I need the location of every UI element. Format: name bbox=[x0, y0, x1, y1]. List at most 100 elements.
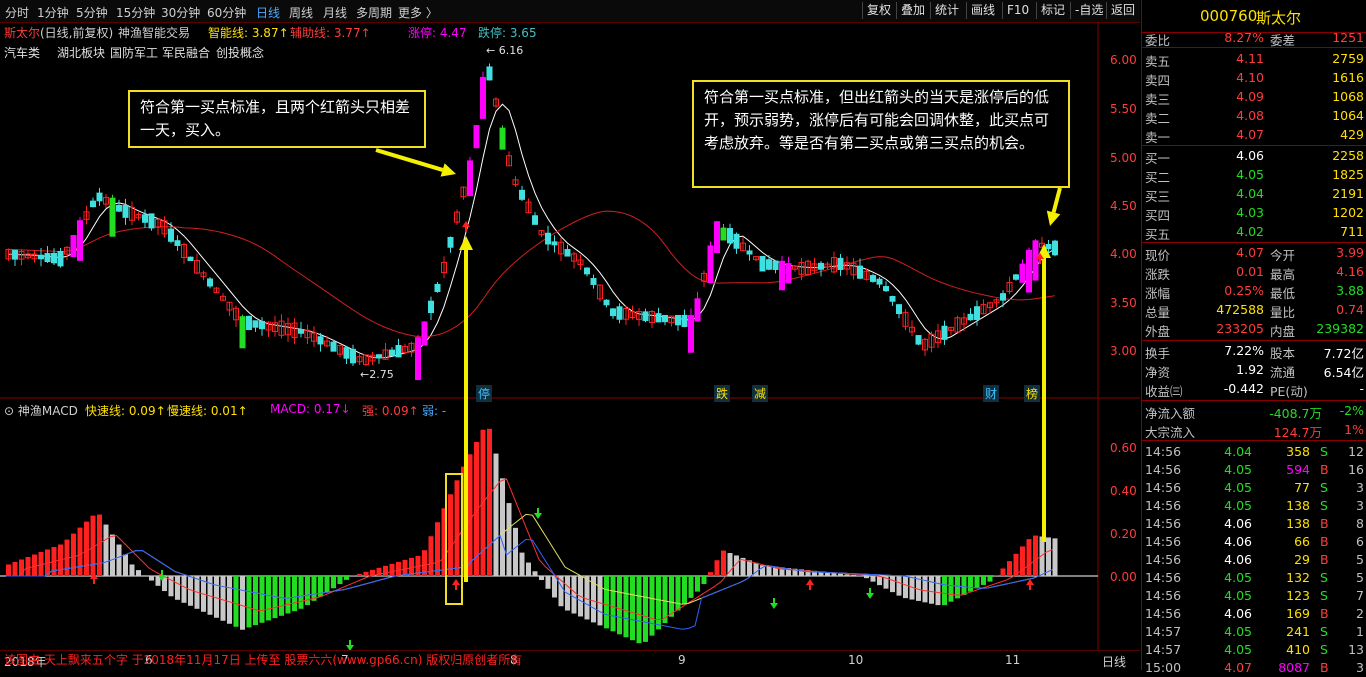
event-tag-suspend[interactable]: 停 bbox=[476, 385, 492, 402]
candle-body bbox=[58, 251, 63, 265]
ask-row: 卖四4.101616 bbox=[1142, 69, 1366, 87]
candle-body bbox=[188, 257, 193, 260]
fund-label: 换手 bbox=[1145, 343, 1170, 362]
macd-bar bbox=[26, 557, 31, 576]
ask-row: 卖一4.07429 bbox=[1142, 126, 1366, 144]
stat-label: 外盘 bbox=[1145, 321, 1170, 340]
period-tab-5min[interactable]: 5分钟 bbox=[76, 4, 108, 21]
bid-row: 买四4.031202 bbox=[1142, 204, 1366, 222]
fundamental-row: 收益㈢-0.442PE(动)- bbox=[1142, 380, 1366, 398]
date-axis-month: 9 bbox=[678, 653, 686, 667]
candle-body bbox=[422, 322, 427, 345]
candle-body bbox=[110, 198, 115, 236]
tick-volume: 29 bbox=[1260, 552, 1310, 567]
stat-label: 量比 bbox=[1270, 302, 1295, 321]
candle-body bbox=[838, 258, 843, 269]
macd-bar bbox=[903, 576, 908, 598]
event-tag-rank[interactable]: 榜 bbox=[1024, 385, 1040, 402]
macd-bar bbox=[624, 576, 629, 637]
concept-tag-defense[interactable]: 国防军工 bbox=[110, 44, 158, 61]
period-tab-1min[interactable]: 1分钟 bbox=[37, 4, 69, 21]
tick-row: 14:564.06138B8 bbox=[1142, 515, 1366, 533]
concept-tag-auto[interactable]: 汽车类 bbox=[4, 44, 40, 61]
bid-volume: 2258 bbox=[1302, 148, 1364, 163]
macd-indicator-name: ⊙ 神渔MACD bbox=[4, 402, 78, 419]
tick-price: 4.06 bbox=[1202, 516, 1252, 531]
ask-volume: 2759 bbox=[1302, 51, 1364, 66]
macd-bar bbox=[455, 480, 460, 576]
stat-label: 最低 bbox=[1270, 283, 1295, 302]
concept-tag-vc[interactable]: 创投概念 bbox=[216, 44, 264, 61]
period-tab-timeshare[interactable]: 分时 bbox=[5, 4, 29, 21]
stat-label: 现价 bbox=[1145, 245, 1170, 264]
stat-value: 233205 bbox=[1204, 321, 1264, 336]
mark-button[interactable]: 标记 bbox=[1036, 2, 1069, 19]
macd-bar bbox=[617, 576, 622, 634]
tick-price: 4.05 bbox=[1202, 480, 1252, 495]
candle-body bbox=[565, 250, 570, 257]
event-tag-reduce[interactable]: 减 bbox=[752, 385, 768, 402]
candle-body bbox=[975, 307, 980, 320]
macd-bar bbox=[312, 576, 317, 601]
fund-value: - bbox=[1302, 381, 1364, 396]
adjust-button[interactable]: 复权 bbox=[862, 2, 895, 19]
concept-tag-hubei[interactable]: 湖北板块 bbox=[57, 44, 105, 61]
macd-bar bbox=[266, 576, 271, 620]
macd-bar bbox=[838, 574, 843, 576]
watchlist-button[interactable]: -自选 bbox=[1070, 2, 1107, 19]
macd-bar bbox=[13, 562, 18, 576]
tick-count: 2 bbox=[1338, 606, 1364, 621]
ask-price: 4.07 bbox=[1204, 127, 1264, 142]
macd-bar bbox=[292, 576, 297, 611]
fund-value: 7.72亿 bbox=[1302, 343, 1364, 362]
f10-button[interactable]: F10 bbox=[1002, 2, 1033, 19]
macd-tick: 0.40 bbox=[1110, 484, 1137, 498]
tick-direction: S bbox=[1320, 588, 1328, 603]
candle-body bbox=[767, 260, 772, 269]
statistics-button[interactable]: 统计 bbox=[930, 2, 963, 19]
macd-bar bbox=[988, 576, 993, 582]
macd-bar bbox=[364, 572, 369, 576]
macd-bar bbox=[747, 560, 752, 576]
event-tag-finance[interactable]: 财 bbox=[983, 385, 999, 402]
candle-body bbox=[260, 321, 265, 328]
price-tick: 4.00 bbox=[1110, 247, 1137, 261]
macd-bar bbox=[396, 562, 401, 576]
tick-volume: 66 bbox=[1260, 534, 1310, 549]
bid-level-label: 买五 bbox=[1145, 224, 1170, 243]
candle-body bbox=[91, 201, 96, 207]
ask-volume: 1064 bbox=[1302, 108, 1364, 123]
period-tab-monthly[interactable]: 月线 bbox=[323, 4, 347, 21]
stat-value: 4.07 bbox=[1204, 245, 1264, 260]
candle-body bbox=[13, 250, 18, 259]
macd-fast-line bbox=[6, 479, 1053, 620]
period-tab-30min[interactable]: 30分钟 bbox=[161, 4, 200, 21]
macd-bar bbox=[429, 536, 434, 576]
draw-line-button[interactable]: 画线 bbox=[966, 2, 999, 19]
period-tab-15min[interactable]: 15分钟 bbox=[116, 4, 155, 21]
macd-bar bbox=[962, 576, 967, 595]
macd-bar bbox=[331, 576, 336, 588]
overlay-button[interactable]: 叠加 bbox=[896, 2, 929, 19]
period-tab-daily[interactable]: 日线 bbox=[256, 4, 280, 21]
candle-body bbox=[331, 342, 336, 351]
back-button[interactable]: 返回 bbox=[1106, 2, 1139, 19]
macd-bar bbox=[871, 576, 876, 582]
event-tag-drop[interactable]: 跌 bbox=[714, 385, 730, 402]
macd-bar bbox=[767, 566, 772, 576]
tick-price: 4.05 bbox=[1202, 642, 1252, 657]
macd-bar bbox=[500, 478, 505, 576]
candle-body bbox=[149, 214, 154, 228]
macd-bar bbox=[650, 576, 655, 636]
period-tab-weekly[interactable]: 周线 bbox=[289, 4, 313, 21]
macd-bar bbox=[487, 429, 492, 576]
period-tab-multi[interactable]: 多周期 bbox=[356, 4, 392, 21]
period-tab-more[interactable]: 更多 〉 bbox=[398, 4, 438, 21]
candle-body bbox=[1046, 244, 1051, 248]
period-tab-60min[interactable]: 60分钟 bbox=[207, 4, 246, 21]
macd-bar bbox=[572, 576, 577, 614]
tick-volume: 138 bbox=[1260, 516, 1310, 531]
stat-value: 0.01 bbox=[1204, 264, 1264, 279]
concept-tag-military-civil[interactable]: 军民融合 bbox=[162, 44, 210, 61]
candle-body bbox=[533, 216, 538, 225]
